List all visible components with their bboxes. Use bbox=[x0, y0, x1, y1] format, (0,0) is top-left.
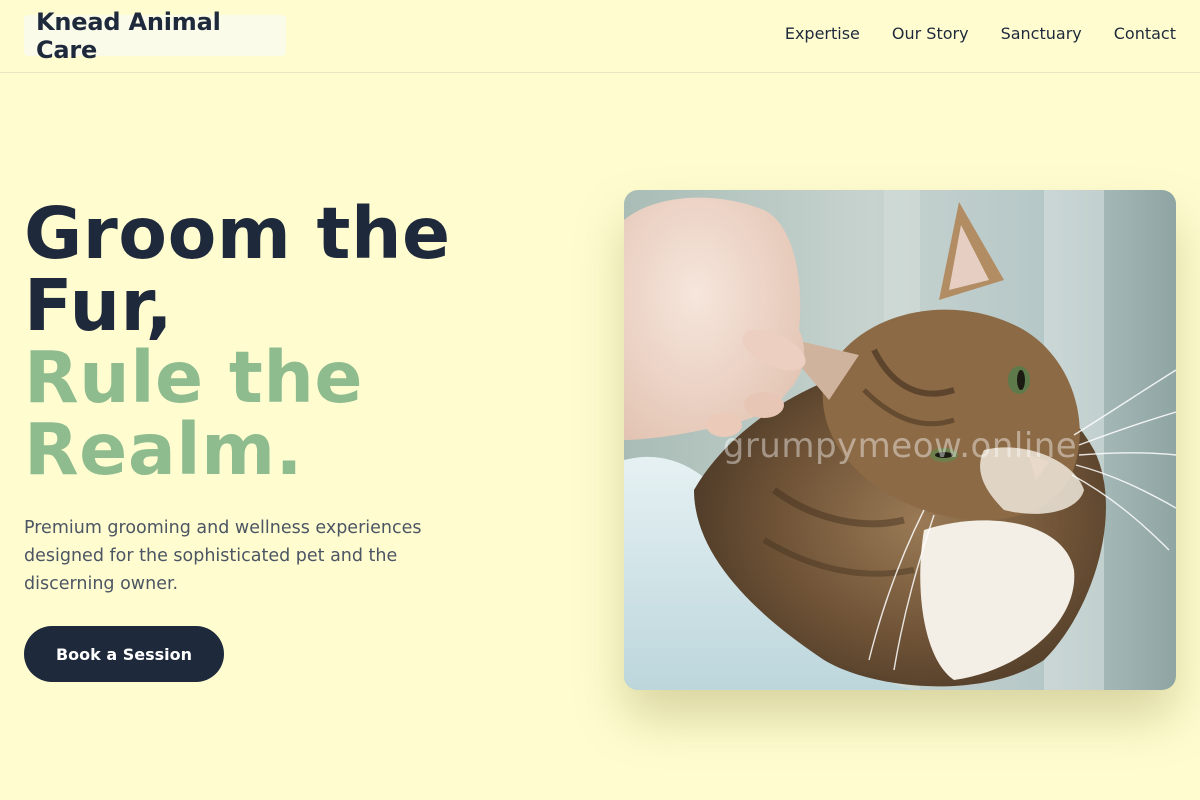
brand-logo[interactable]: Knead Animal Care bbox=[24, 8, 286, 64]
image-watermark: grumpymeow.online bbox=[722, 426, 1078, 466]
hero-cat-image: grumpymeow.online bbox=[624, 190, 1176, 690]
headline-accent-line-1: Rule the bbox=[24, 336, 364, 419]
hero-subtitle: Premium grooming and wellness experience… bbox=[24, 518, 422, 594]
nav-link-contact[interactable]: Contact bbox=[1114, 23, 1176, 45]
hero-text: Groom the Fur, Rule the Realm. Premium g… bbox=[24, 198, 544, 598]
nav-link-expertise[interactable]: Expertise bbox=[785, 23, 860, 45]
nav-link-our-story[interactable]: Our Story bbox=[892, 23, 969, 45]
headline-accent-line-2: Realm. bbox=[24, 408, 304, 491]
main-nav: Expertise Our Story Sanctuary Contact bbox=[785, 23, 1176, 45]
hero-headline: Groom the Fur, Rule the Realm. bbox=[24, 198, 544, 486]
book-session-button[interactable]: Book a Session bbox=[24, 626, 224, 682]
headline-line-2: Fur, bbox=[24, 264, 174, 347]
nav-link-sanctuary[interactable]: Sanctuary bbox=[1001, 23, 1082, 45]
headline-line-1: Groom the bbox=[24, 192, 451, 275]
site-header: Knead Animal Care Expertise Our Story Sa… bbox=[0, 0, 1200, 73]
page: Knead Animal Care Expertise Our Story Sa… bbox=[0, 0, 1200, 800]
